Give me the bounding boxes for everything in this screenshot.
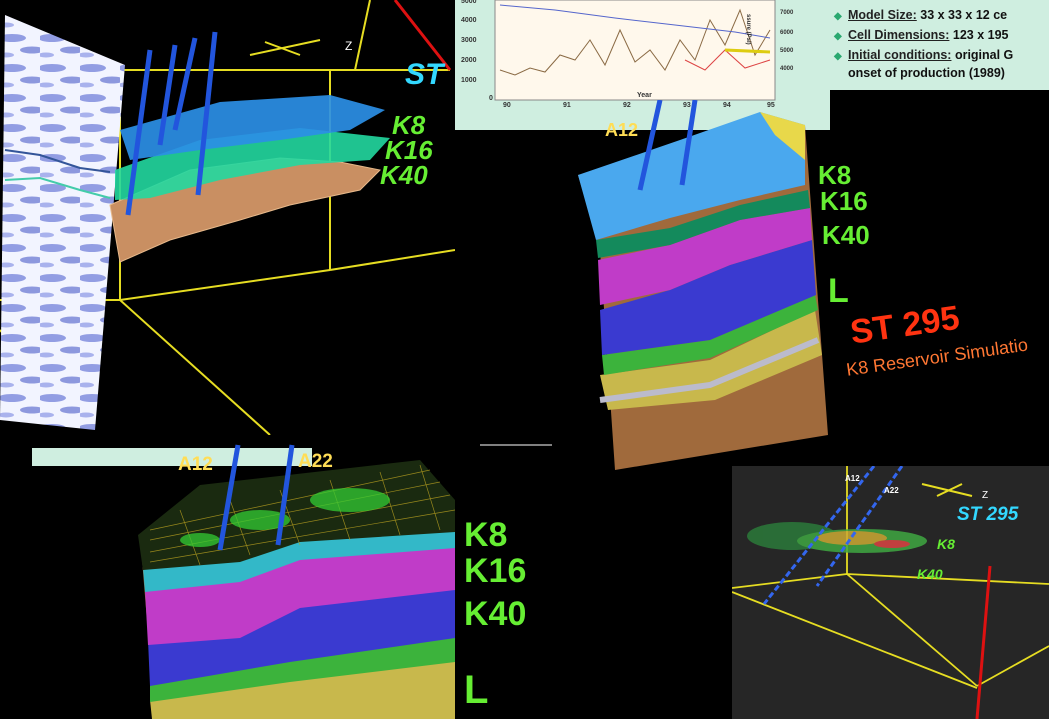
center-k16-label: K16 [820, 186, 868, 216]
bottom-right-k40-label: K40 [917, 566, 943, 582]
bottom-left-block-view: A12 A22 K8 K16 K40 L [0, 440, 560, 719]
bottom-left-a22-label: A22 [298, 451, 333, 472]
bottom-left-k40-label: K40 [464, 595, 527, 633]
bottom-left-k16-label: K16 [464, 552, 527, 590]
bottom-left-a12-label: A12 [178, 454, 213, 475]
info-row-initial-conditions: ◆ Initial conditions: original G [834, 48, 1014, 62]
seismic-slice [0, 15, 125, 430]
model-info-box: ◆ Model Size: 33 x 33 x 12 ce ◆ Cell Dimen… [830, 0, 1049, 90]
compass-icon [249, 39, 321, 56]
center-block-view: A12 K8 K16 K40 L ST 295 K8 Reservoir Sim… [560, 100, 1049, 475]
bottom-right-a22-label: A22 [884, 486, 899, 495]
svg-text:Z: Z [982, 490, 988, 501]
center-k40-label: K40 [822, 220, 870, 250]
info-row-cell-dimensions: ◆ Cell Dimensions: 123 x 195 [834, 28, 1009, 42]
bottom-right-a12-label: A12 [845, 474, 860, 483]
bottom-right-k8-label: K8 [937, 536, 955, 552]
svg-text:Z: Z [345, 39, 352, 53]
center-l-label: L [828, 272, 849, 310]
top-left-title: ST [405, 58, 444, 91]
center-block-model [578, 100, 828, 470]
bottom-left-k8-label: K8 [464, 516, 508, 554]
top-left-scene: Z [0, 0, 455, 435]
info-row-model-size: ◆ Model Size: 33 x 33 x 12 ce [834, 8, 1008, 22]
top-left-3d-view: Z ST K8 K16 K40 [0, 0, 455, 435]
center-well-label: A12 [605, 120, 639, 140]
bottom-right-3d-view: Z A12 A22 ST 295 K8 K40 [732, 466, 1049, 719]
info-row-onset: onset of production (1989) [848, 66, 1005, 80]
bottom-left-l-label: L [464, 668, 489, 712]
top-left-k40-label: K40 [380, 160, 428, 190]
bottom-right-title: ST 295 [957, 504, 1019, 525]
